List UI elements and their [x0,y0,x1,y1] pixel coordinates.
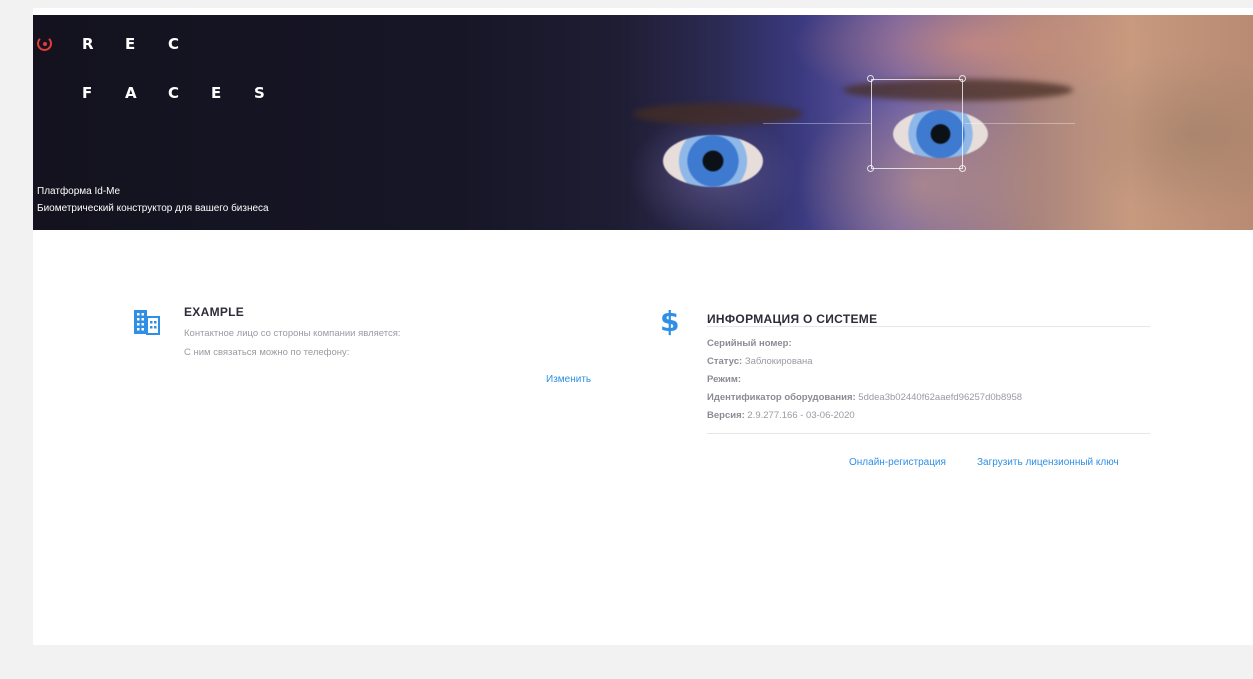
status-row: Статус: Заблокирована [707,356,813,367]
mode-row: Режим: [707,374,741,385]
company-name: EXAMPLE [184,305,245,319]
dollar-icon: $ [660,305,680,338]
system-info-divider-top [707,326,1150,327]
logo-letter: F [82,84,93,102]
hardware-id-label: Идентификатор оборудования: [707,392,856,403]
logo-letter: C [168,35,180,53]
hardware-id-row: Идентификатор оборудования: 5ddea3b02440… [707,392,1022,403]
version-value: 2.9.277.166 - 03-06-2020 [747,410,855,421]
company-phone-line: С ним связаться можно по телефону: [184,347,350,358]
page-footer-area [0,645,1253,679]
logo-letter: E [211,84,222,102]
logo-letter: A [125,84,137,102]
status-label: Статус: [707,356,743,367]
version-row: Версия: 2.9.277.166 - 03-06-2020 [707,410,855,421]
version-label: Версия: [707,410,745,421]
logo-letter: C [168,84,180,102]
online-registration-link[interactable]: Онлайн-регистрация [849,457,946,468]
platform-tagline: Биометрический конструктор для вашего би… [37,203,269,214]
serial-number-row: Серийный номер: [707,338,792,349]
logo-letter: R [82,35,94,53]
rec-faces-logo-icon [37,36,52,51]
system-info-divider-bottom [707,433,1150,434]
status-value: Заблокирована [744,356,813,367]
hero-banner: R E C F A C E S Платформа Id-Me Биометри… [33,15,1253,230]
rec-faces-logo: R E C F A C E S [33,15,333,115]
upload-license-key-link[interactable]: Загрузить лицензионный ключ [977,457,1119,468]
mode-label: Режим: [707,374,742,385]
platform-name: Платформа Id-Me [37,186,121,197]
logo-letter: S [254,84,265,102]
company-contact-line: Контактное лицо со стороны компании явля… [184,328,401,339]
building-icon [133,309,160,335]
system-info-title: ИНФОРМАЦИЯ О СИСТЕМЕ [707,312,878,326]
face-scan-frame [871,79,963,169]
main-panel: R E C F A C E S Платформа Id-Me Биометри… [33,8,1253,645]
logo-letter: E [125,35,136,53]
hardware-id-value: 5ddea3b02440f62aaefd96257d0b8958 [858,392,1023,403]
hero-face-image [593,15,1253,230]
edit-company-link[interactable]: Изменить [546,374,591,385]
serial-number-label: Серийный номер: [707,338,792,349]
